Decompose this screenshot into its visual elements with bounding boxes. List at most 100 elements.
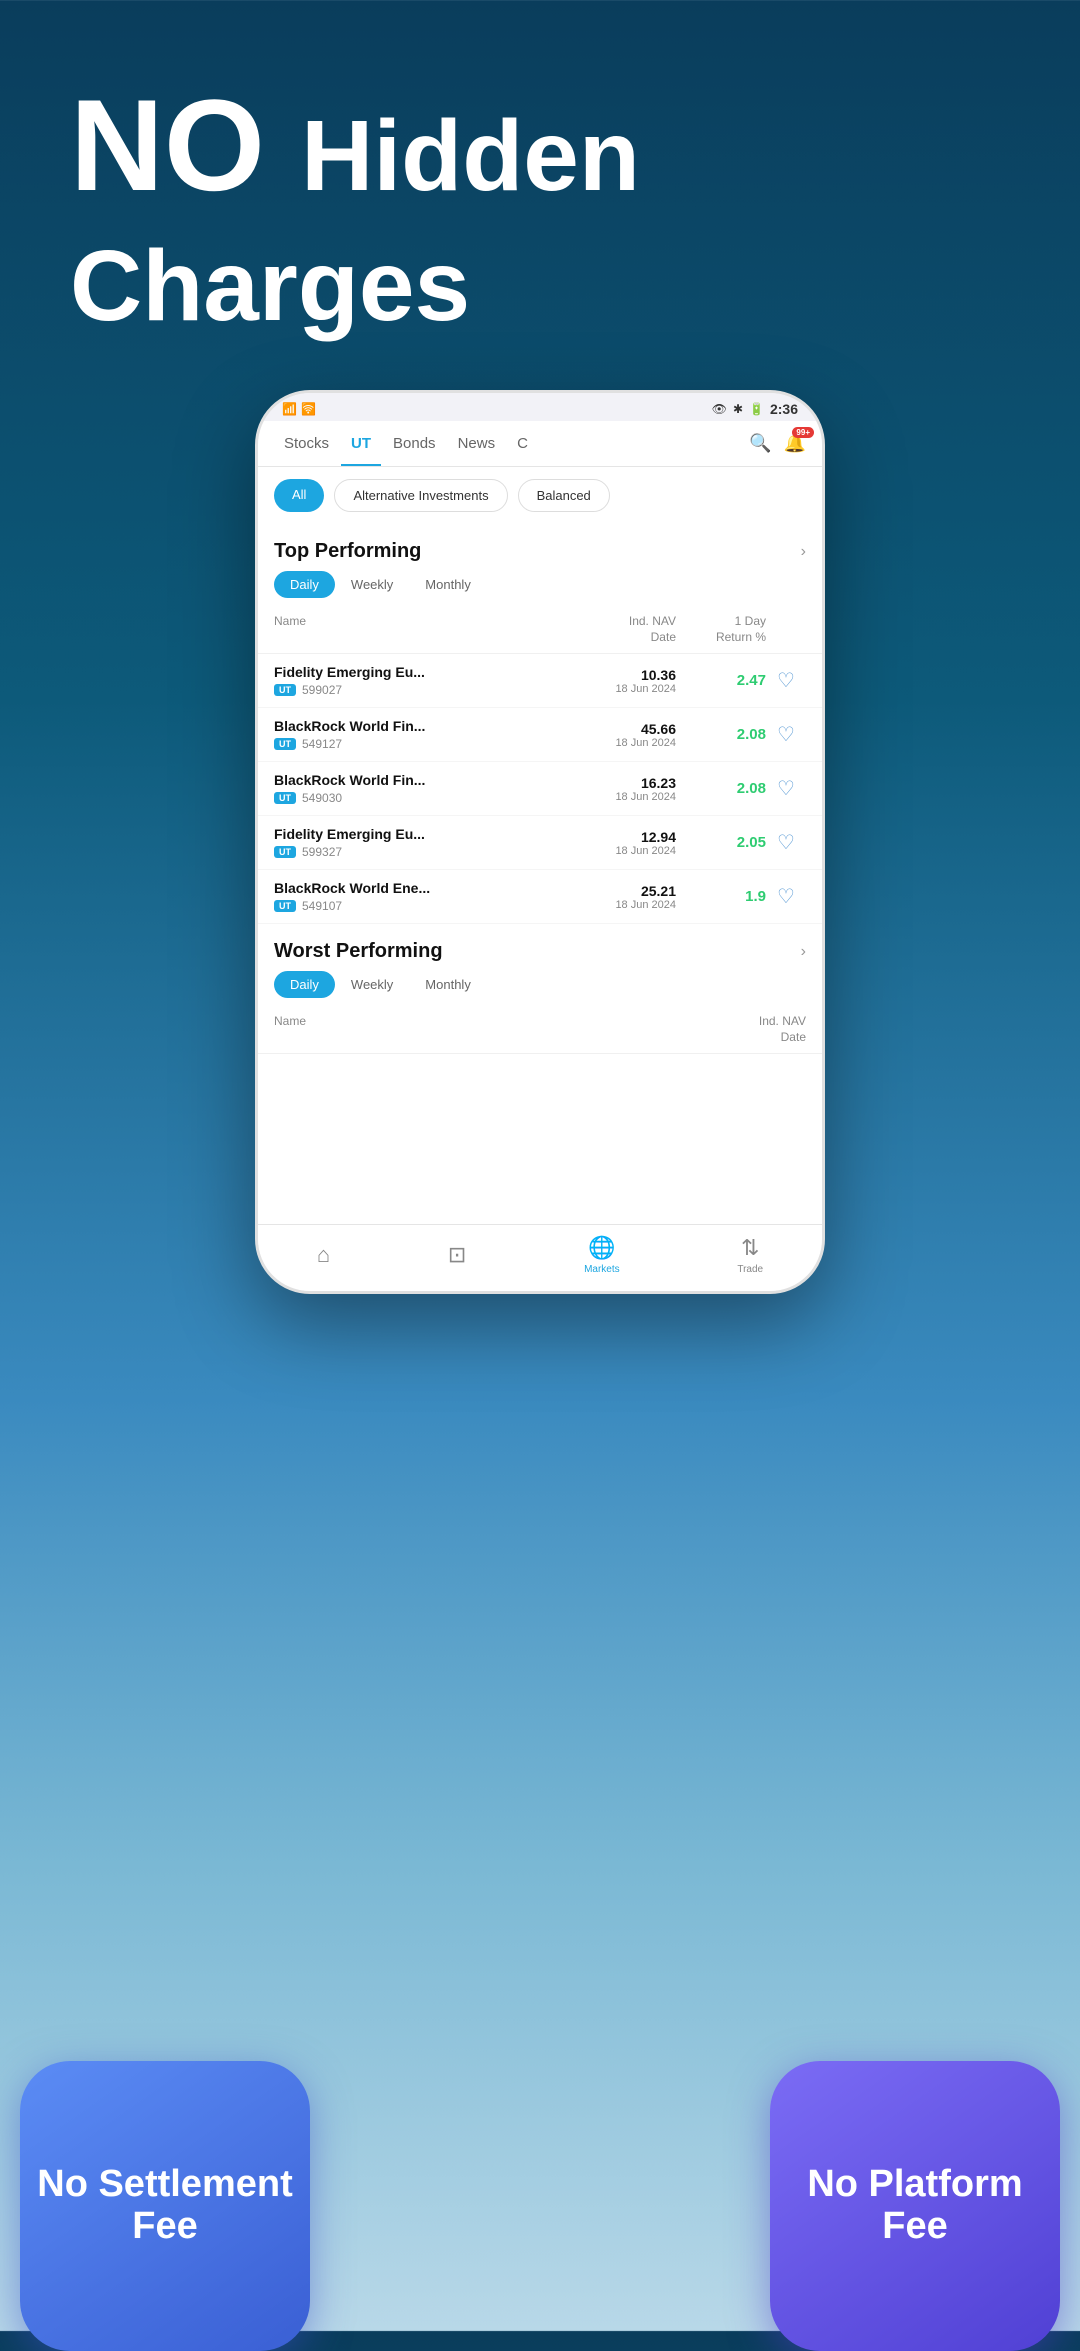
bottom-nav-home[interactable]: ⌂ — [317, 1242, 330, 1268]
nav-date-5: 18 Jun 2024 — [586, 899, 676, 911]
return-number-2: 2.08 — [737, 726, 766, 743]
tab-news[interactable]: News — [448, 421, 506, 466]
bottom-nav-markets[interactable]: 🌐 Markets — [584, 1235, 620, 1275]
col-return-header: 1 DayReturn % — [676, 614, 766, 645]
fund-code-row-3: UT 549030 — [274, 791, 586, 805]
fund-name-5: BlackRock World Ene... — [274, 880, 586, 896]
heart-4[interactable]: ♡ — [766, 830, 806, 855]
settlement-label: No Settlement Fee — [20, 2164, 310, 2248]
fund-info-3: BlackRock World Fin... UT 549030 — [274, 772, 586, 805]
return-val-4: 2.05 — [676, 834, 766, 852]
period-monthly-top[interactable]: Monthly — [409, 571, 487, 598]
return-number-4: 2.05 — [737, 834, 766, 851]
status-left: 📶 🛜 — [282, 402, 316, 416]
phone-content: Top Performing › Daily Weekly Monthly Na… — [258, 524, 822, 1224]
fund-name-3: BlackRock World Fin... — [274, 772, 586, 788]
fund-info-4: Fidelity Emerging Eu... UT 599327 — [274, 826, 586, 859]
fund-badge-3: UT — [274, 792, 296, 804]
hero-title: NO HiddenCharges — [70, 80, 1010, 340]
col-name-header: Name — [274, 614, 586, 645]
return-number-3: 2.08 — [737, 780, 766, 797]
phone-frame: 📶 🛜 👁 ✱ 🔋 2:36 Stocks UT Bonds News C 🔍 … — [255, 390, 825, 1294]
return-val-1: 2.47 — [676, 672, 766, 690]
fund-row-3[interactable]: BlackRock World Fin... UT 549030 16.23 1… — [258, 762, 822, 816]
phone-mockup: 📶 🛜 👁 ✱ 🔋 2:36 Stocks UT Bonds News C 🔍 … — [0, 390, 1080, 1294]
search-icon[interactable]: 🔍 — [749, 433, 771, 454]
nav-val-1: 10.36 18 Jun 2024 — [586, 667, 676, 695]
return-number-1: 2.47 — [737, 672, 766, 689]
fund-badge-2: UT — [274, 738, 296, 750]
time-display: 2:36 — [770, 401, 798, 417]
fund-row-2[interactable]: BlackRock World Fin... UT 549127 45.66 1… — [258, 708, 822, 762]
trade-icon: ⇅ — [741, 1235, 759, 1261]
fund-name-2: BlackRock World Fin... — [274, 718, 586, 734]
fund-code-row-2: UT 549127 — [274, 737, 586, 751]
bottom-nav-chart[interactable]: ⊡ — [448, 1242, 466, 1268]
nav-date-1: 18 Jun 2024 — [586, 683, 676, 695]
fund-info-1: Fidelity Emerging Eu... UT 599027 — [274, 664, 586, 697]
filter-chips: All Alternative Investments Balanced — [258, 467, 822, 524]
fund-code-3: 549030 — [302, 791, 342, 805]
fund-name-4: Fidelity Emerging Eu... — [274, 826, 586, 842]
period-weekly-top[interactable]: Weekly — [335, 571, 409, 598]
fund-info-5: BlackRock World Ene... UT 549107 — [274, 880, 586, 913]
period-daily-top[interactable]: Daily — [274, 571, 335, 598]
chip-all[interactable]: All — [274, 479, 324, 512]
worst-performing-title: Worst Performing — [274, 940, 443, 963]
top-table-header: Name Ind. NAVDate 1 DayReturn % — [258, 610, 822, 654]
fund-badge-5: UT — [274, 900, 296, 912]
nav-number-1: 10.36 — [586, 667, 676, 683]
fund-row-4[interactable]: Fidelity Emerging Eu... UT 599327 12.94 … — [258, 816, 822, 870]
nav-number-2: 45.66 — [586, 721, 676, 737]
tab-ut[interactable]: UT — [341, 421, 381, 466]
worst-performing-chevron[interactable]: › — [801, 943, 806, 961]
no-settlement-fee-badge: No Settlement Fee — [20, 2061, 310, 2351]
no-text: NO — [70, 72, 265, 218]
fund-code-row-1: UT 599027 — [274, 683, 586, 697]
notification-icon[interactable]: 🔔 99+ — [784, 433, 806, 454]
fund-code-row-5: UT 549107 — [274, 899, 586, 913]
nav-number-4: 12.94 — [586, 829, 676, 845]
period-monthly-worst[interactable]: Monthly — [409, 971, 487, 998]
chip-alternative[interactable]: Alternative Investments — [334, 479, 507, 512]
fund-code-1: 599027 — [302, 683, 342, 697]
bluetooth-icon: ✱ — [733, 402, 743, 416]
fund-row-1[interactable]: Fidelity Emerging Eu... UT 599027 10.36 … — [258, 654, 822, 708]
battery-icon: 🔋 — [749, 402, 764, 416]
worst-col-nav-header: Ind. NAVDate — [716, 1014, 806, 1045]
heart-5[interactable]: ♡ — [766, 884, 806, 909]
period-weekly-worst[interactable]: Weekly — [335, 971, 409, 998]
nav-icons: 🔍 🔔 99+ — [749, 433, 806, 454]
no-platform-fee-badge: No Platform Fee — [770, 2061, 1060, 2351]
heart-3[interactable]: ♡ — [766, 776, 806, 801]
tab-c[interactable]: C — [507, 421, 538, 466]
heart-2[interactable]: ♡ — [766, 722, 806, 747]
globe-icon: 🌐 — [588, 1235, 615, 1261]
fund-code-row-4: UT 599327 — [274, 845, 586, 859]
tab-stocks[interactable]: Stocks — [274, 421, 339, 466]
worst-performing-header: Worst Performing › — [258, 924, 822, 971]
fund-row-5[interactable]: BlackRock World Ene... UT 549107 25.21 1… — [258, 870, 822, 924]
col-nav-header: Ind. NAVDate — [586, 614, 676, 645]
bottom-nav: ⌂ ⊡ 🌐 Markets ⇅ Trade — [258, 1224, 822, 1291]
period-daily-worst[interactable]: Daily — [274, 971, 335, 998]
top-performing-title: Top Performing — [274, 540, 421, 563]
hero-section: NO HiddenCharges — [0, 0, 1080, 380]
nav-date-4: 18 Jun 2024 — [586, 845, 676, 857]
status-right: 👁 ✱ 🔋 2:36 — [712, 401, 798, 417]
bottom-nav-trade[interactable]: ⇅ Trade — [737, 1235, 763, 1275]
chip-balanced[interactable]: Balanced — [518, 479, 610, 512]
nav-val-5: 25.21 18 Jun 2024 — [586, 883, 676, 911]
heart-1[interactable]: ♡ — [766, 668, 806, 693]
floating-badges: No Settlement Fee No Platform Fee — [0, 2061, 1080, 2331]
worst-col-name-header: Name — [274, 1014, 716, 1045]
platform-label: No Platform Fee — [770, 2164, 1060, 2248]
nav-date-2: 18 Jun 2024 — [586, 737, 676, 749]
tab-bonds[interactable]: Bonds — [383, 421, 446, 466]
wifi-icon: 🛜 — [301, 402, 316, 416]
markets-label: Markets — [584, 1264, 620, 1275]
status-bar: 📶 🛜 👁 ✱ 🔋 2:36 — [258, 393, 822, 421]
notification-badge: 99+ — [792, 427, 814, 438]
top-performing-chevron[interactable]: › — [801, 543, 806, 561]
return-number-5: 1.9 — [745, 888, 766, 905]
